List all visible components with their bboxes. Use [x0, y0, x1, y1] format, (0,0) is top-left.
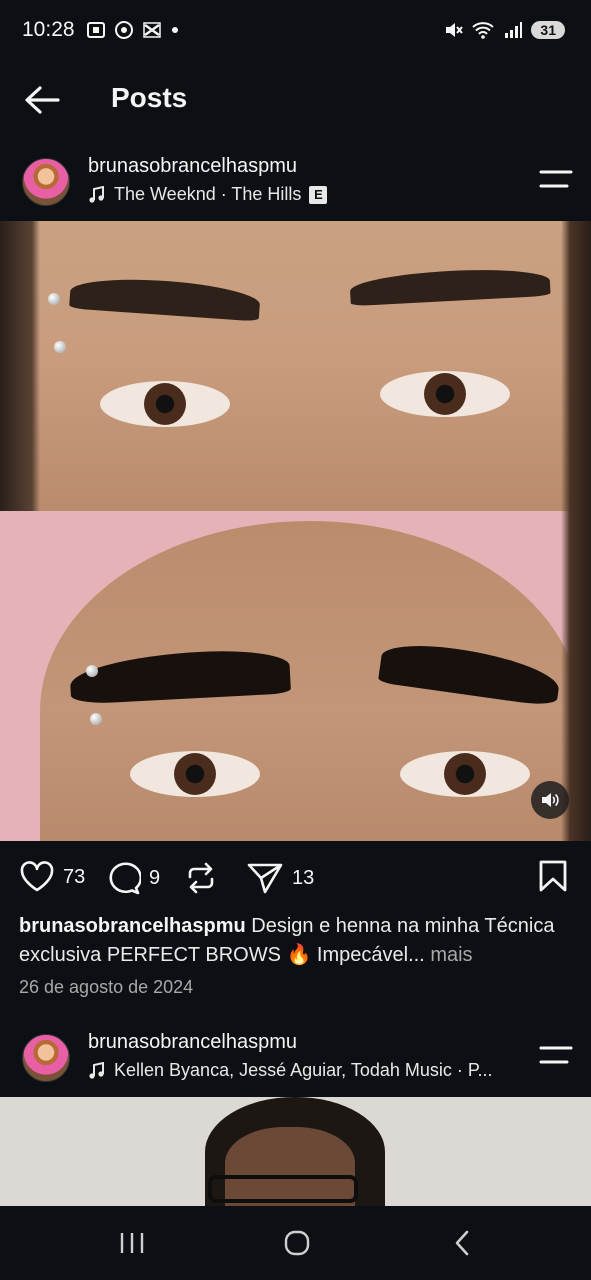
photo-eye — [100, 381, 230, 427]
comment-button[interactable]: 9 — [105, 861, 160, 895]
home-icon — [284, 1230, 310, 1256]
music-note-icon — [89, 185, 104, 203]
avatar[interactable] — [22, 158, 70, 206]
like-button[interactable]: 73 — [19, 861, 85, 893]
post-header: brunasobrancelhaspmu The Weeknd · The Hi… — [0, 153, 591, 219]
system-nav-bar — [0, 1206, 591, 1280]
top-bar: Posts — [0, 64, 591, 136]
caption-username[interactable]: brunasobrancelhaspmu — [19, 915, 246, 937]
music-label: The Weeknd · The Hills — [114, 184, 302, 204]
recent-apps-button[interactable] — [112, 1228, 152, 1258]
music-note-icon — [89, 1061, 104, 1079]
comment-count: 9 — [149, 866, 161, 889]
photo-piercing — [48, 293, 60, 305]
post-menu-button[interactable] — [539, 167, 573, 191]
post-photo[interactable] — [0, 221, 591, 841]
avatar[interactable] — [22, 1034, 70, 1082]
arrow-left-icon — [25, 86, 60, 114]
screenshot-icon — [87, 22, 105, 38]
nav-back-button[interactable] — [442, 1228, 482, 1258]
post-username[interactable]: brunasobrancelhaspmu — [88, 155, 297, 178]
status-time: 10:28 — [22, 18, 75, 41]
post-username[interactable]: brunasobrancelhaspmu — [88, 1031, 297, 1054]
post-music[interactable]: The Weeknd · The Hills E — [88, 184, 328, 205]
share-button[interactable]: 13 — [246, 861, 314, 895]
dot-icon — [172, 27, 178, 33]
wifi-icon — [472, 22, 495, 39]
post-date: 26 de agosto de 2024 — [19, 977, 194, 997]
speaker-icon — [542, 793, 559, 807]
chrome-icon — [115, 21, 133, 39]
photo-hair — [0, 221, 40, 521]
heart-icon — [20, 861, 54, 892]
home-button[interactable] — [277, 1228, 317, 1258]
post-header: brunasobrancelhaspmu Kellen Byanca, Jess… — [0, 1029, 591, 1095]
mute-icon — [446, 23, 464, 37]
status-notification-icons — [86, 20, 180, 40]
photo-hair — [561, 221, 591, 841]
repost-button[interactable] — [184, 861, 218, 895]
post-menu-button[interactable] — [539, 1043, 573, 1067]
music-label: Kellen Byanca, Jessé Aguiar, Todah Music… — [114, 1060, 493, 1080]
photo-glasses — [208, 1175, 358, 1203]
explicit-badge: E — [309, 185, 328, 204]
chevron-left-icon — [455, 1230, 469, 1256]
capcut-icon — [143, 22, 161, 38]
photo-before — [0, 221, 591, 521]
like-count: 73 — [63, 865, 86, 888]
battery-level: 31 — [531, 21, 565, 39]
post-caption[interactable]: brunasobrancelhaspmu Design e henna na m… — [19, 912, 575, 970]
page-title: Posts — [111, 82, 188, 113]
photo-piercing — [54, 341, 66, 353]
post-actions: 73 9 13 — [0, 855, 591, 901]
status-system-icons: 31 — [443, 20, 565, 40]
save-button[interactable] — [537, 859, 569, 898]
send-icon — [247, 863, 283, 894]
caption-more-link[interactable]: mais — [430, 944, 472, 966]
comment-icon — [109, 862, 141, 895]
share-count: 13 — [292, 866, 315, 889]
photo-piercing — [86, 665, 98, 677]
recent-apps-icon — [120, 1233, 144, 1253]
post-photo[interactable] — [0, 1097, 591, 1207]
signal-icon — [505, 22, 523, 38]
status-bar: 10:28 31 — [0, 0, 591, 64]
bookmark-icon — [539, 860, 567, 892]
post-music[interactable]: Kellen Byanca, Jessé Aguiar, Todah Music… — [88, 1060, 493, 1081]
photo-eye — [380, 371, 510, 417]
repost-icon — [188, 862, 214, 894]
photo-piercing — [90, 713, 102, 725]
menu-lines-icon — [539, 170, 573, 188]
photo-eye — [130, 751, 260, 797]
sound-toggle-button[interactable] — [531, 781, 569, 819]
photo-eye — [400, 751, 530, 797]
menu-lines-icon — [539, 1046, 573, 1064]
back-button[interactable] — [22, 82, 62, 118]
